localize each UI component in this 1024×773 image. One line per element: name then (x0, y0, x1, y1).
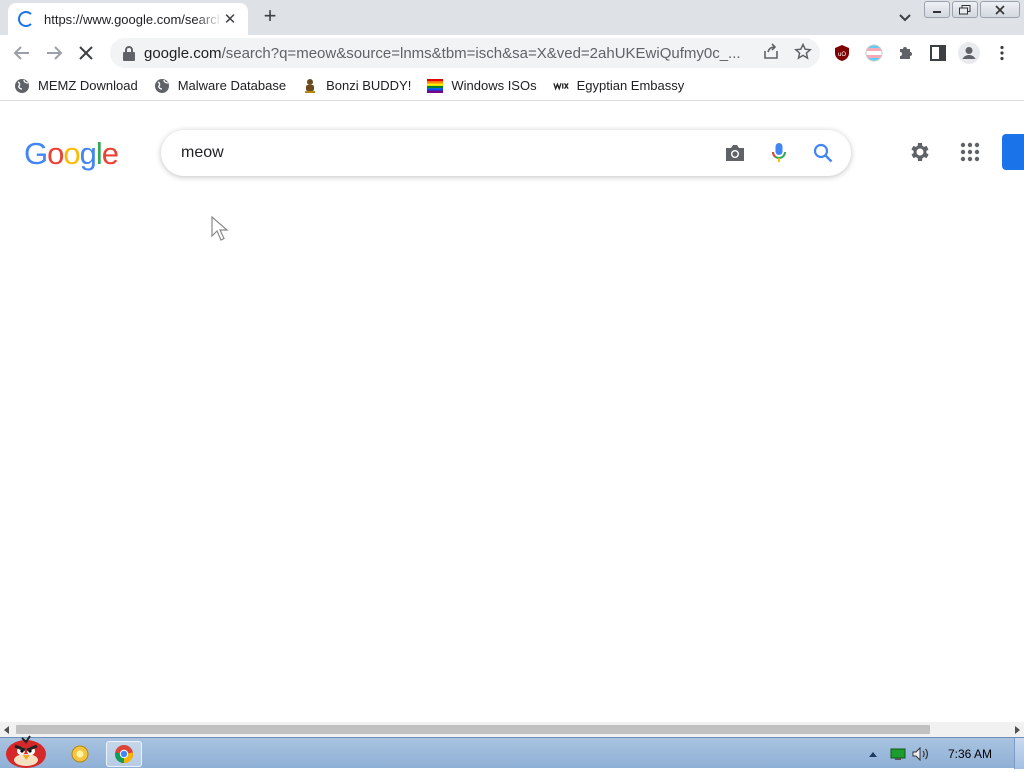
mouse-pointer-icon (211, 216, 229, 241)
microphone-icon[interactable] (767, 141, 791, 165)
omnibox-actions (762, 43, 812, 61)
windows-taskbar: 7:36 AM (0, 735, 1024, 769)
bookmark-label: Bonzi BUDDY! (326, 78, 412, 93)
tab-search-chevron-icon[interactable] (895, 8, 915, 28)
folder-icon (71, 745, 89, 763)
url-host: google.com (144, 44, 222, 62)
rainbow-flag-icon (427, 78, 444, 94)
forward-arrow-icon (47, 46, 63, 60)
camera-icon[interactable] (723, 141, 747, 165)
restore-button[interactable] (952, 1, 978, 18)
kebab-dots-shape (1000, 45, 1004, 61)
search-box-actions (723, 141, 835, 165)
close-window-button[interactable] (980, 1, 1020, 18)
google-logo-letter: o (63, 136, 80, 171)
search-icon[interactable] (811, 141, 835, 165)
window-controls (924, 1, 1020, 18)
scroll-right-arrow-icon[interactable] (1015, 726, 1020, 734)
tab-title: https://www.google.com/search?q=meow (44, 11, 222, 27)
taskbar-explorer-button[interactable] (62, 741, 98, 767)
bookmark-label: MEMZ Download (38, 78, 138, 93)
puzzle-shape (900, 47, 912, 59)
ublock-extension-icon[interactable]: uO (831, 42, 853, 64)
bookmark-egyptian-embassy[interactable]: Egyptian Embassy (552, 78, 685, 94)
system-tray: 7:36 AM (868, 738, 1024, 769)
active-tab[interactable]: https://www.google.com/search?q=meow ✕ (8, 3, 248, 35)
tab-close-icon[interactable]: ✕ (222, 10, 238, 28)
google-logo-letter: o (47, 136, 64, 171)
ublock-shield-shape: uO (835, 45, 849, 61)
tab-strip: https://www.google.com/search?q=meow ✕ + (0, 0, 1024, 35)
new-tab-button[interactable]: + (258, 5, 282, 29)
volume-icon[interactable] (912, 746, 930, 762)
loading-spinner-icon (18, 11, 34, 27)
svg-text:uO: uO (838, 52, 846, 58)
chrome-icon (115, 745, 133, 764)
settings-gear-icon[interactable] (908, 140, 932, 164)
browser-menu-icon[interactable] (991, 42, 1013, 64)
close-icon (995, 4, 1005, 15)
browser-toolbar: google.com/search?q=meow&source=lnms&tbm… (0, 35, 1024, 71)
extensions-puzzle-icon[interactable] (895, 42, 917, 64)
search-box[interactable]: meow (161, 130, 851, 176)
bonzi-icon (302, 78, 318, 94)
back-button[interactable] (10, 41, 34, 65)
tray-expand-icon[interactable] (868, 750, 878, 758)
bookmark-label: Egyptian Embassy (576, 78, 685, 93)
stop-x-icon (79, 46, 93, 60)
bookmark-bonzi-buddy[interactable]: Bonzi BUDDY! (302, 78, 411, 94)
side-panel-shape (930, 45, 946, 61)
google-logo[interactable]: Google (24, 136, 119, 172)
show-desktop-button[interactable] (1014, 738, 1024, 769)
lock-icon[interactable] (122, 45, 136, 61)
restore-icon (959, 4, 971, 14)
taskbar-chrome-button[interactable] (106, 741, 142, 767)
globe-icon (154, 78, 170, 94)
minimize-button[interactable] (924, 1, 950, 18)
google-logo-letter: e (101, 136, 119, 171)
minimize-icon (933, 10, 941, 13)
avatar-shape (958, 42, 980, 64)
bookmark-memz[interactable]: MEMZ Download (14, 78, 138, 94)
back-arrow-icon (13, 46, 29, 60)
share-icon[interactable] (762, 43, 780, 61)
stop-button[interactable] (74, 41, 98, 65)
forward-button[interactable] (42, 41, 66, 65)
bookmark-label: Windows ISOs (451, 78, 537, 93)
google-apps-grid-icon[interactable] (958, 140, 982, 164)
profile-avatar-icon[interactable] (958, 42, 980, 64)
bookmark-label: Malware Database (177, 78, 287, 93)
bookmark-star-icon[interactable] (794, 43, 812, 61)
search-input[interactable]: meow (181, 144, 224, 162)
bookmarks-bar: MEMZ Download Malware Database Bonzi BUD… (0, 71, 1024, 101)
google-results-page: Google meow (0, 102, 1024, 722)
scrollbar-thumb[interactable] (16, 725, 930, 734)
wix-icon (552, 78, 569, 94)
side-panel-icon[interactable] (927, 42, 949, 64)
bookmark-windows-isos[interactable]: Windows ISOs (427, 78, 537, 94)
url-path: /search?q=meow&source=lnms&tbm=isch&sa=X… (221, 44, 741, 62)
google-logo-letter: G (24, 136, 48, 171)
sign-in-button[interactable] (1002, 134, 1024, 170)
taskbar-clock[interactable]: 7:36 AM (948, 747, 992, 761)
start-button[interactable] (2, 732, 50, 768)
globe-icon (14, 78, 30, 94)
address-bar[interactable]: google.com/search?q=meow&source=lnms&tbm… (110, 38, 820, 68)
angry-bird-icon (6, 735, 46, 768)
bookmark-malware-database[interactable]: Malware Database (154, 78, 286, 94)
url-text: google.com/search?q=meow&source=lnms&tbm… (144, 45, 756, 62)
trans-flag-extension-icon[interactable] (863, 42, 885, 64)
google-logo-letter: g (79, 136, 97, 171)
horizontal-scrollbar[interactable] (0, 722, 1024, 737)
network-icon[interactable] (890, 747, 906, 761)
trans-flag-circle-shape (865, 44, 883, 62)
